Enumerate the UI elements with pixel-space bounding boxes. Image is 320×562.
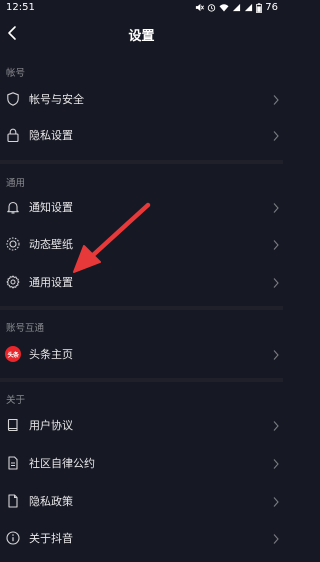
settings-item-general-settings[interactable]: 通用设置 <box>0 265 283 301</box>
status-bar: 12:51 76 <box>0 0 283 16</box>
settings-item-label: 动态壁纸 <box>29 238 73 251</box>
settings-item-toutiao-homepage[interactable]: 头条 头条主页 <box>0 337 283 373</box>
section-divider <box>0 160 283 164</box>
lock-icon <box>7 128 19 143</box>
file-icon <box>8 494 18 508</box>
status-icons: 76 <box>195 2 278 13</box>
settings-item-label: 关于抖音 <box>29 532 73 545</box>
status-time: 12:51 <box>6 2 35 13</box>
wifi-icon <box>219 4 229 12</box>
book-icon <box>7 418 18 432</box>
wallpaper-icon <box>6 237 20 251</box>
gear-icon <box>6 275 20 289</box>
mute-icon <box>196 3 205 12</box>
signal-icon-2 <box>245 3 253 12</box>
chevron-right-icon <box>273 203 279 213</box>
chevron-right-icon <box>273 240 279 250</box>
page-title: 设置 <box>128 29 155 44</box>
settings-item-community-guidelines[interactable]: 社区自律公约 <box>0 446 283 482</box>
settings-item-label: 隐私政策 <box>29 495 73 508</box>
settings-item-label: 通知设置 <box>29 201 73 214</box>
settings-item-label: 隐私设置 <box>29 129 73 142</box>
settings-item-label: 用户协议 <box>29 419 73 432</box>
section-header-account: 帐号 <box>6 68 26 79</box>
battery-level: 76 <box>265 2 278 13</box>
toutiao-badge-text: 头条 <box>7 351 19 359</box>
settings-item-user-agreement[interactable]: 用户协议 <box>0 408 283 444</box>
chevron-right-icon <box>273 350 279 360</box>
chevron-right-icon <box>273 278 279 288</box>
settings-item-label: 头条主页 <box>29 348 73 361</box>
section-header-about: 关于 <box>6 395 26 406</box>
section-divider <box>0 306 283 310</box>
toutiao-icon: 头条 <box>5 346 21 362</box>
signal-icon <box>233 3 241 12</box>
settings-item-privacy[interactable]: 隐私设置 <box>0 118 283 154</box>
section-divider <box>0 378 283 382</box>
settings-item-label: 通用设置 <box>29 276 73 289</box>
chevron-right-icon <box>273 131 279 141</box>
chevron-right-icon <box>273 421 279 431</box>
chevron-right-icon <box>273 497 279 507</box>
nav-bar: 设置 <box>0 18 283 50</box>
settings-item-account-security[interactable]: 帐号与安全 <box>0 82 283 118</box>
section-header-linked: 账号互通 <box>6 323 45 334</box>
settings-item-notifications[interactable]: 通知设置 <box>0 190 283 226</box>
chevron-right-icon <box>273 459 279 469</box>
section-header-general: 通用 <box>6 178 26 189</box>
bell-icon <box>7 201 19 214</box>
settings-item-label: 社区自律公约 <box>29 457 95 470</box>
settings-item-label: 帐号与安全 <box>29 93 84 106</box>
alarm-icon <box>208 4 216 12</box>
settings-item-live-wallpaper[interactable]: 动态壁纸 <box>0 227 283 263</box>
settings-item-about-douyin[interactable]: 关于抖音 <box>0 521 283 557</box>
shield-icon <box>7 92 19 106</box>
battery-icon <box>256 2 263 13</box>
chevron-right-icon <box>273 534 279 544</box>
document-icon <box>8 456 18 470</box>
info-icon <box>6 531 20 545</box>
settings-item-privacy-policy[interactable]: 隐私政策 <box>0 484 283 520</box>
chevron-right-icon <box>273 95 279 105</box>
